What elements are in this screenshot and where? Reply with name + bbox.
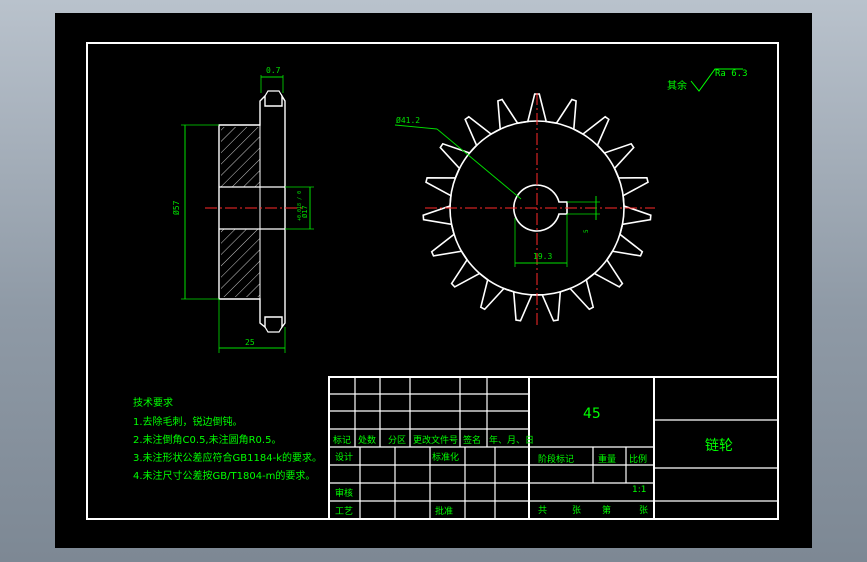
tb-standardize: 标准化 <box>432 451 459 463</box>
tb-part-name: 链轮 <box>705 438 733 454</box>
tb-stage-mark: 阶段标记 <box>538 453 574 465</box>
finish-prefix: 其余 <box>667 79 687 92</box>
tb-ratio: 比例 <box>629 453 647 465</box>
tb-rev-h5: 年、月、日 <box>489 434 534 446</box>
tb-rev-h4: 签名 <box>463 434 481 446</box>
surface-finish-symbol: 其余 Ra 6.3 <box>667 68 748 92</box>
tb-process: 工艺 <box>335 506 353 517</box>
dim-pcd-text: Ø41.2 <box>396 115 420 125</box>
tb-sheet2: 张 <box>639 505 648 516</box>
dim-step-text: 0.7 <box>266 66 281 75</box>
section-view: 0.7 Ø57 Ø17 +0.018 / 0 25 <box>171 66 314 353</box>
tech-item-4: 4.未注尺寸公差按GB/T1804-m的要求。 <box>133 469 315 482</box>
tb-page-no: 第 <box>602 504 611 516</box>
tb-review: 审核 <box>335 487 353 499</box>
drawing-sheet: 0.7 Ø57 Ø17 +0.018 / 0 25 Ø41.2 19.3 5 其… <box>86 42 779 520</box>
tb-scale: 1:1 <box>632 485 646 495</box>
tb-sheets: 张 <box>572 505 581 516</box>
tb-weight: 重量 <box>598 453 616 465</box>
tooth-top <box>264 90 283 97</box>
dim-width-text: 25 <box>245 338 255 347</box>
finish-value: Ra 6.3 <box>715 69 748 79</box>
drawing-canvas: 0.7 Ø57 Ø17 +0.018 / 0 25 Ø41.2 19.3 5 其… <box>55 13 812 548</box>
tb-rev-h3: 更改文件号 <box>413 434 458 446</box>
tb-rev-h2: 分区 <box>388 435 406 446</box>
hatch-bottom <box>221 229 260 297</box>
tb-total: 共 <box>538 505 547 516</box>
tooth-bottom <box>264 326 283 333</box>
pcd-leader <box>436 128 522 200</box>
dim-keyway-text: 19.3 <box>533 252 552 261</box>
tech-item-3: 3.未注形状公差应符合GB1184-k的要求。 <box>133 451 322 464</box>
title-block-text: 标记 处数 分区 更改文件号 签名 年、月、日 设计 标准化 审核 工艺 批准 … <box>333 406 733 517</box>
tech-title: 技术要求 <box>133 396 173 409</box>
tb-approve: 批准 <box>435 505 453 517</box>
tech-requirements: 技术要求 1.去除毛刺，锐边倒钝。 2.未注倒角C0.5,未注圆角R0.5。 3… <box>133 396 322 482</box>
hatch-top <box>221 127 260 187</box>
tb-rev-h0: 标记 <box>333 434 351 446</box>
front-view: Ø41.2 19.3 5 <box>394 93 655 325</box>
tb-design: 设计 <box>335 451 353 463</box>
tb-material: 45 <box>583 406 601 422</box>
tech-item-2: 2.未注倒角C0.5,未注圆角R0.5。 <box>133 433 281 446</box>
dim-key-width-text: 5 <box>583 229 590 233</box>
tb-rev-h1: 处数 <box>358 434 376 446</box>
dim-bore-tol: +0.018 / 0 <box>297 191 303 221</box>
tech-item-1: 1.去除毛刺，锐边倒钝。 <box>133 415 243 428</box>
dim-hub-dia-text: Ø57 <box>171 200 181 215</box>
